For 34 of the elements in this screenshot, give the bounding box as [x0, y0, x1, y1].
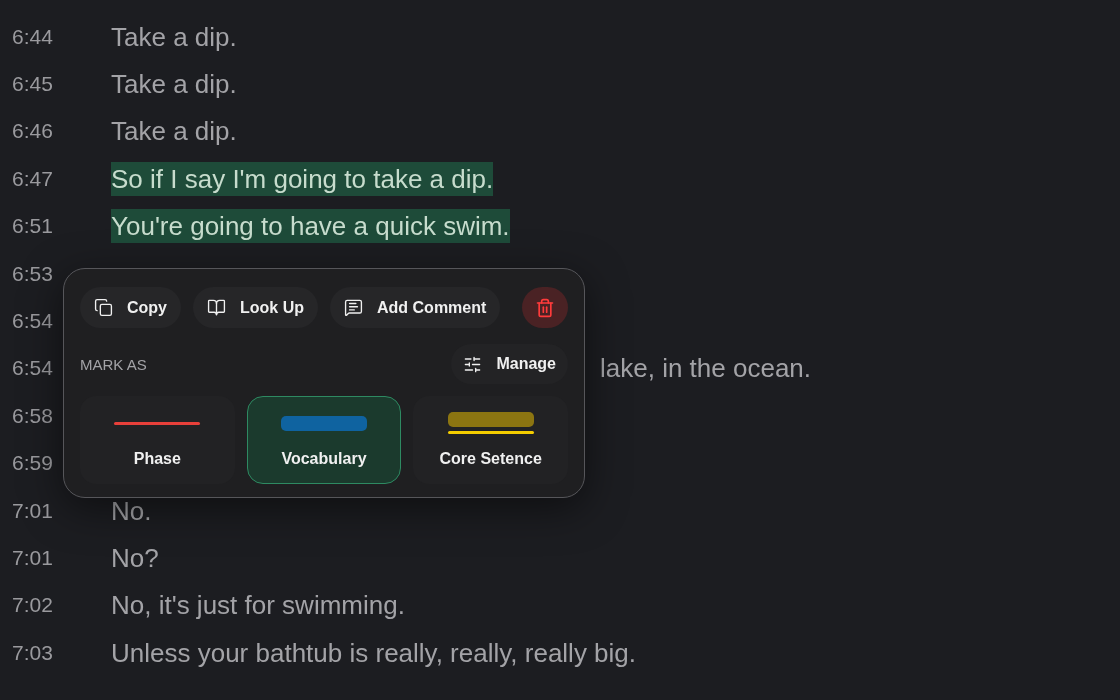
timestamp: 7:01 — [12, 498, 53, 523]
timestamp: 6:51 — [12, 214, 53, 239]
subtitle-line[interactable]: No? — [111, 541, 159, 575]
lookup-button[interactable]: Look Up — [193, 287, 318, 328]
book-icon — [207, 298, 226, 317]
timestamp: 6:58 — [12, 403, 53, 428]
timestamp: 7:02 — [12, 593, 53, 618]
timestamp: 6:47 — [12, 166, 53, 191]
sliders-icon — [463, 354, 483, 374]
subtitle-line[interactable]: Take a dip. — [111, 19, 237, 54]
subtitle-line[interactable]: No. — [111, 493, 152, 528]
subtitle-line[interactable]: Take a dip. — [111, 67, 237, 102]
timestamp: 7:01 — [12, 546, 53, 570]
manage-button[interactable]: Manage — [451, 344, 568, 384]
timestamp: 6:46 — [12, 119, 53, 144]
timestamp: 7:03 — [12, 640, 53, 665]
timestamp: 6:54 — [12, 356, 53, 381]
timestamp: 6:59 — [12, 451, 53, 476]
comment-button[interactable]: Add Comment — [330, 287, 501, 328]
mark-as-label: MARK AS — [80, 355, 147, 373]
subtitle-line[interactable]: Unless your bathtub is really, really, really big. — [111, 635, 637, 670]
timestamp: 6:44 — [12, 24, 53, 49]
timestamp: 6:54 — [12, 309, 53, 334]
comment-icon — [344, 298, 363, 317]
timestamp: 6:53 — [12, 261, 53, 286]
mark-option[interactable]: Vocabulary — [246, 396, 402, 484]
copy-icon — [94, 298, 113, 317]
subtitle-line[interactable]: Take a dip. — [111, 114, 237, 149]
timestamp: 6:45 — [12, 72, 53, 97]
copy-button[interactable]: Copy — [80, 287, 181, 328]
trash-icon — [535, 297, 555, 318]
subtitle-line[interactable]: lake, in the ocean. — [600, 351, 812, 386]
subtitle-line[interactable]: No, it's just for swimming. — [111, 588, 405, 623]
delete-button[interactable] — [522, 287, 568, 328]
